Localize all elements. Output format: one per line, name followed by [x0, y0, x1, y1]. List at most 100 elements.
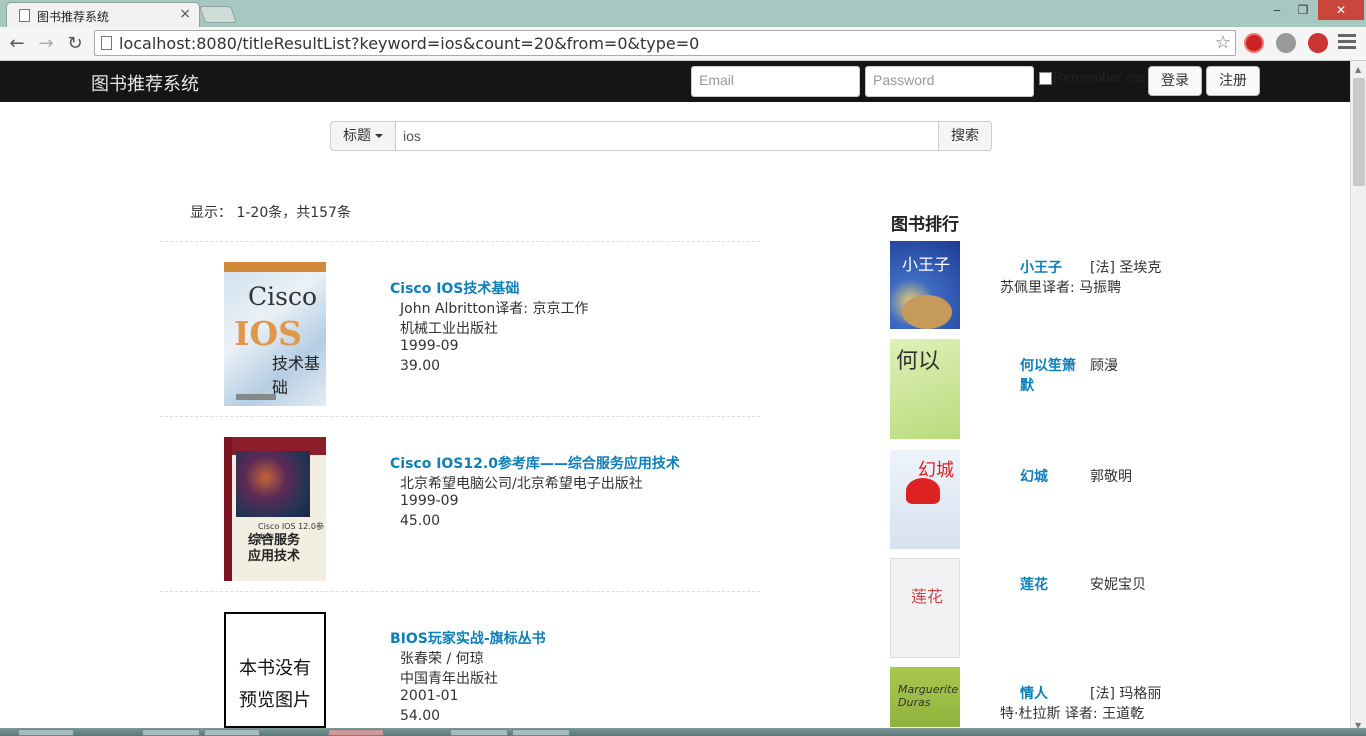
ranking-book-author: 安妮宝贝: [1090, 577, 1146, 593]
maximize-button[interactable]: ❐: [1290, 0, 1316, 20]
cover-decoration: [224, 437, 232, 581]
ranking-book-author: 顾漫: [1090, 358, 1118, 374]
star-icon[interactable]: ☆: [1215, 32, 1231, 53]
minimize-button[interactable]: ‒: [1264, 0, 1290, 20]
book-author: 张春荣 / 何琼: [400, 651, 484, 667]
scrollbar-thumb[interactable]: [1353, 78, 1365, 186]
remember-me-checkbox[interactable]: [1039, 72, 1052, 85]
ranking-book-link[interactable]: 幻城: [1020, 466, 1048, 486]
cover-text: 幻城: [918, 460, 954, 481]
taskbar-item[interactable]: [450, 729, 508, 736]
divider: [160, 241, 760, 242]
book-title-link[interactable]: BIOS玩家实战-旗标丛书: [390, 628, 546, 648]
url-text[interactable]: localhost:8080/titleResultList?keyword=i…: [119, 34, 699, 53]
extension-globe-icon[interactable]: [1276, 33, 1296, 53]
page-icon: [19, 9, 30, 22]
cover-decoration: [236, 394, 276, 400]
book-cover-placeholder[interactable]: 本书没有 预览图片: [224, 612, 326, 728]
book-price: 45.00: [400, 513, 441, 529]
book-author: John Albritton译者: 京京工作: [400, 301, 589, 317]
taskbar-item[interactable]: [328, 729, 384, 736]
book-title-link[interactable]: Cisco IOS技术基础: [390, 278, 519, 298]
ranking-book-author: [法] 圣埃克: [1090, 260, 1162, 276]
cover-text: Marguerite Duras: [898, 683, 959, 709]
search-type-label: 标题: [343, 128, 371, 144]
book-date: 1999-09: [400, 493, 459, 509]
close-window-button[interactable]: ✕: [1318, 0, 1364, 20]
extension-adblock-icon[interactable]: [1244, 33, 1264, 53]
os-taskbar: [0, 728, 1366, 736]
book-price: 54.00: [400, 708, 441, 724]
back-icon[interactable]: ←: [5, 32, 29, 56]
vertical-scrollbar[interactable]: ▲ ▼: [1350, 61, 1366, 736]
tab-title: 图书推荐系统: [37, 10, 110, 24]
cover-text: 小王子: [902, 255, 951, 274]
page-icon: [101, 36, 112, 50]
search-input[interactable]: ios: [395, 121, 939, 151]
cover-text: 预览图片: [239, 690, 311, 711]
browser-toolbar: ← → ↻ localhost:8080/titleResultList?key…: [0, 27, 1366, 61]
ranking-book-cover[interactable]: 幻城: [890, 450, 960, 549]
password-field[interactable]: Password: [865, 66, 1034, 97]
ranking-book-author: 特·杜拉斯 译者: 王道乾: [1000, 706, 1145, 722]
taskbar-item[interactable]: [142, 729, 200, 736]
divider: [160, 591, 760, 592]
register-button[interactable]: 注册: [1206, 66, 1260, 96]
cover-art: [902, 295, 952, 329]
browser-tab[interactable]: 图书推荐系统 ×: [6, 2, 200, 27]
cover-decoration: [224, 262, 326, 272]
cover-art: [236, 451, 310, 517]
cover-text: 本书没有: [239, 658, 311, 679]
cover-text: 何以: [896, 349, 941, 374]
book-price: 39.00: [400, 358, 441, 374]
new-tab-button[interactable]: [198, 6, 238, 23]
ranking-book-cover[interactable]: 何以: [890, 339, 960, 439]
login-button[interactable]: 登录: [1148, 66, 1202, 96]
caret-down-icon: [375, 134, 383, 138]
tab-strip: 图书推荐系统 × ‒ ❐ ✕: [0, 0, 1366, 27]
tab-close-icon[interactable]: ×: [179, 6, 191, 22]
ranking-book-cover[interactable]: 小王子: [890, 241, 960, 329]
search-bar: 标题 ios 搜索: [330, 121, 992, 151]
book-date: 1999-09: [400, 338, 459, 354]
book-publisher: 中国青年出版社: [400, 671, 498, 687]
ranking-book-author: 郭敬明: [1090, 469, 1132, 485]
ranking-book-link[interactable]: 默: [1020, 375, 1034, 395]
ranking-book-link[interactable]: 莲花: [1020, 574, 1048, 594]
divider: [160, 416, 760, 417]
book-cover-image[interactable]: Cisco IOS 12.0参考库 综合服务 应用技术: [224, 437, 326, 581]
email-field[interactable]: Email: [691, 66, 860, 97]
extension-red-icon[interactable]: [1308, 33, 1328, 53]
forward-icon[interactable]: →: [34, 32, 58, 56]
book-publisher: 机械工业出版社: [400, 321, 498, 337]
scroll-up-icon[interactable]: ▲: [1355, 65, 1361, 74]
cover-text: IOS: [234, 314, 303, 353]
ranking-book-cover[interactable]: Marguerite Duras: [890, 667, 960, 727]
taskbar-item[interactable]: [204, 729, 260, 736]
ranking-title: 图书排行: [891, 215, 959, 235]
result-summary: 显示： 1-20条，共157条: [190, 205, 351, 221]
cover-text: 技术基础: [272, 354, 321, 397]
cover-text: 莲花: [911, 587, 944, 606]
search-type-dropdown[interactable]: 标题: [330, 121, 396, 151]
book-publisher: 北京希望电脑公司/北京希望电子出版社: [400, 476, 643, 492]
ranking-book-link[interactable]: 情人: [1020, 683, 1048, 703]
taskbar-item[interactable]: [512, 729, 570, 736]
book-title-link[interactable]: Cisco IOS12.0参考库——综合服务应用技术: [390, 453, 680, 473]
cover-text: 综合服务 应用技术: [248, 533, 301, 564]
taskbar-item[interactable]: [18, 729, 74, 736]
ranking-book-link[interactable]: 何以笙箫: [1020, 355, 1076, 375]
address-bar[interactable]: localhost:8080/titleResultList?keyword=i…: [94, 30, 1236, 56]
site-navbar: 图书推荐系统 Email Password Remember me 登录 注册: [0, 61, 1350, 102]
reload-icon[interactable]: ↻: [63, 32, 87, 56]
ranking-book-author: 苏佩里译者: 马振聘: [1000, 280, 1122, 296]
ranking-book-cover[interactable]: 莲花: [890, 558, 960, 658]
menu-icon[interactable]: [1338, 34, 1356, 52]
site-brand[interactable]: 图书推荐系统: [91, 70, 199, 96]
remember-me-label: Remember me: [1053, 69, 1146, 85]
cover-text: Cisco: [248, 282, 318, 311]
ranking-book-link[interactable]: 小王子: [1020, 257, 1062, 277]
book-cover-image[interactable]: Cisco IOS 技术基础: [224, 262, 326, 406]
search-button[interactable]: 搜索: [938, 121, 992, 151]
book-date: 2001-01: [400, 688, 459, 704]
